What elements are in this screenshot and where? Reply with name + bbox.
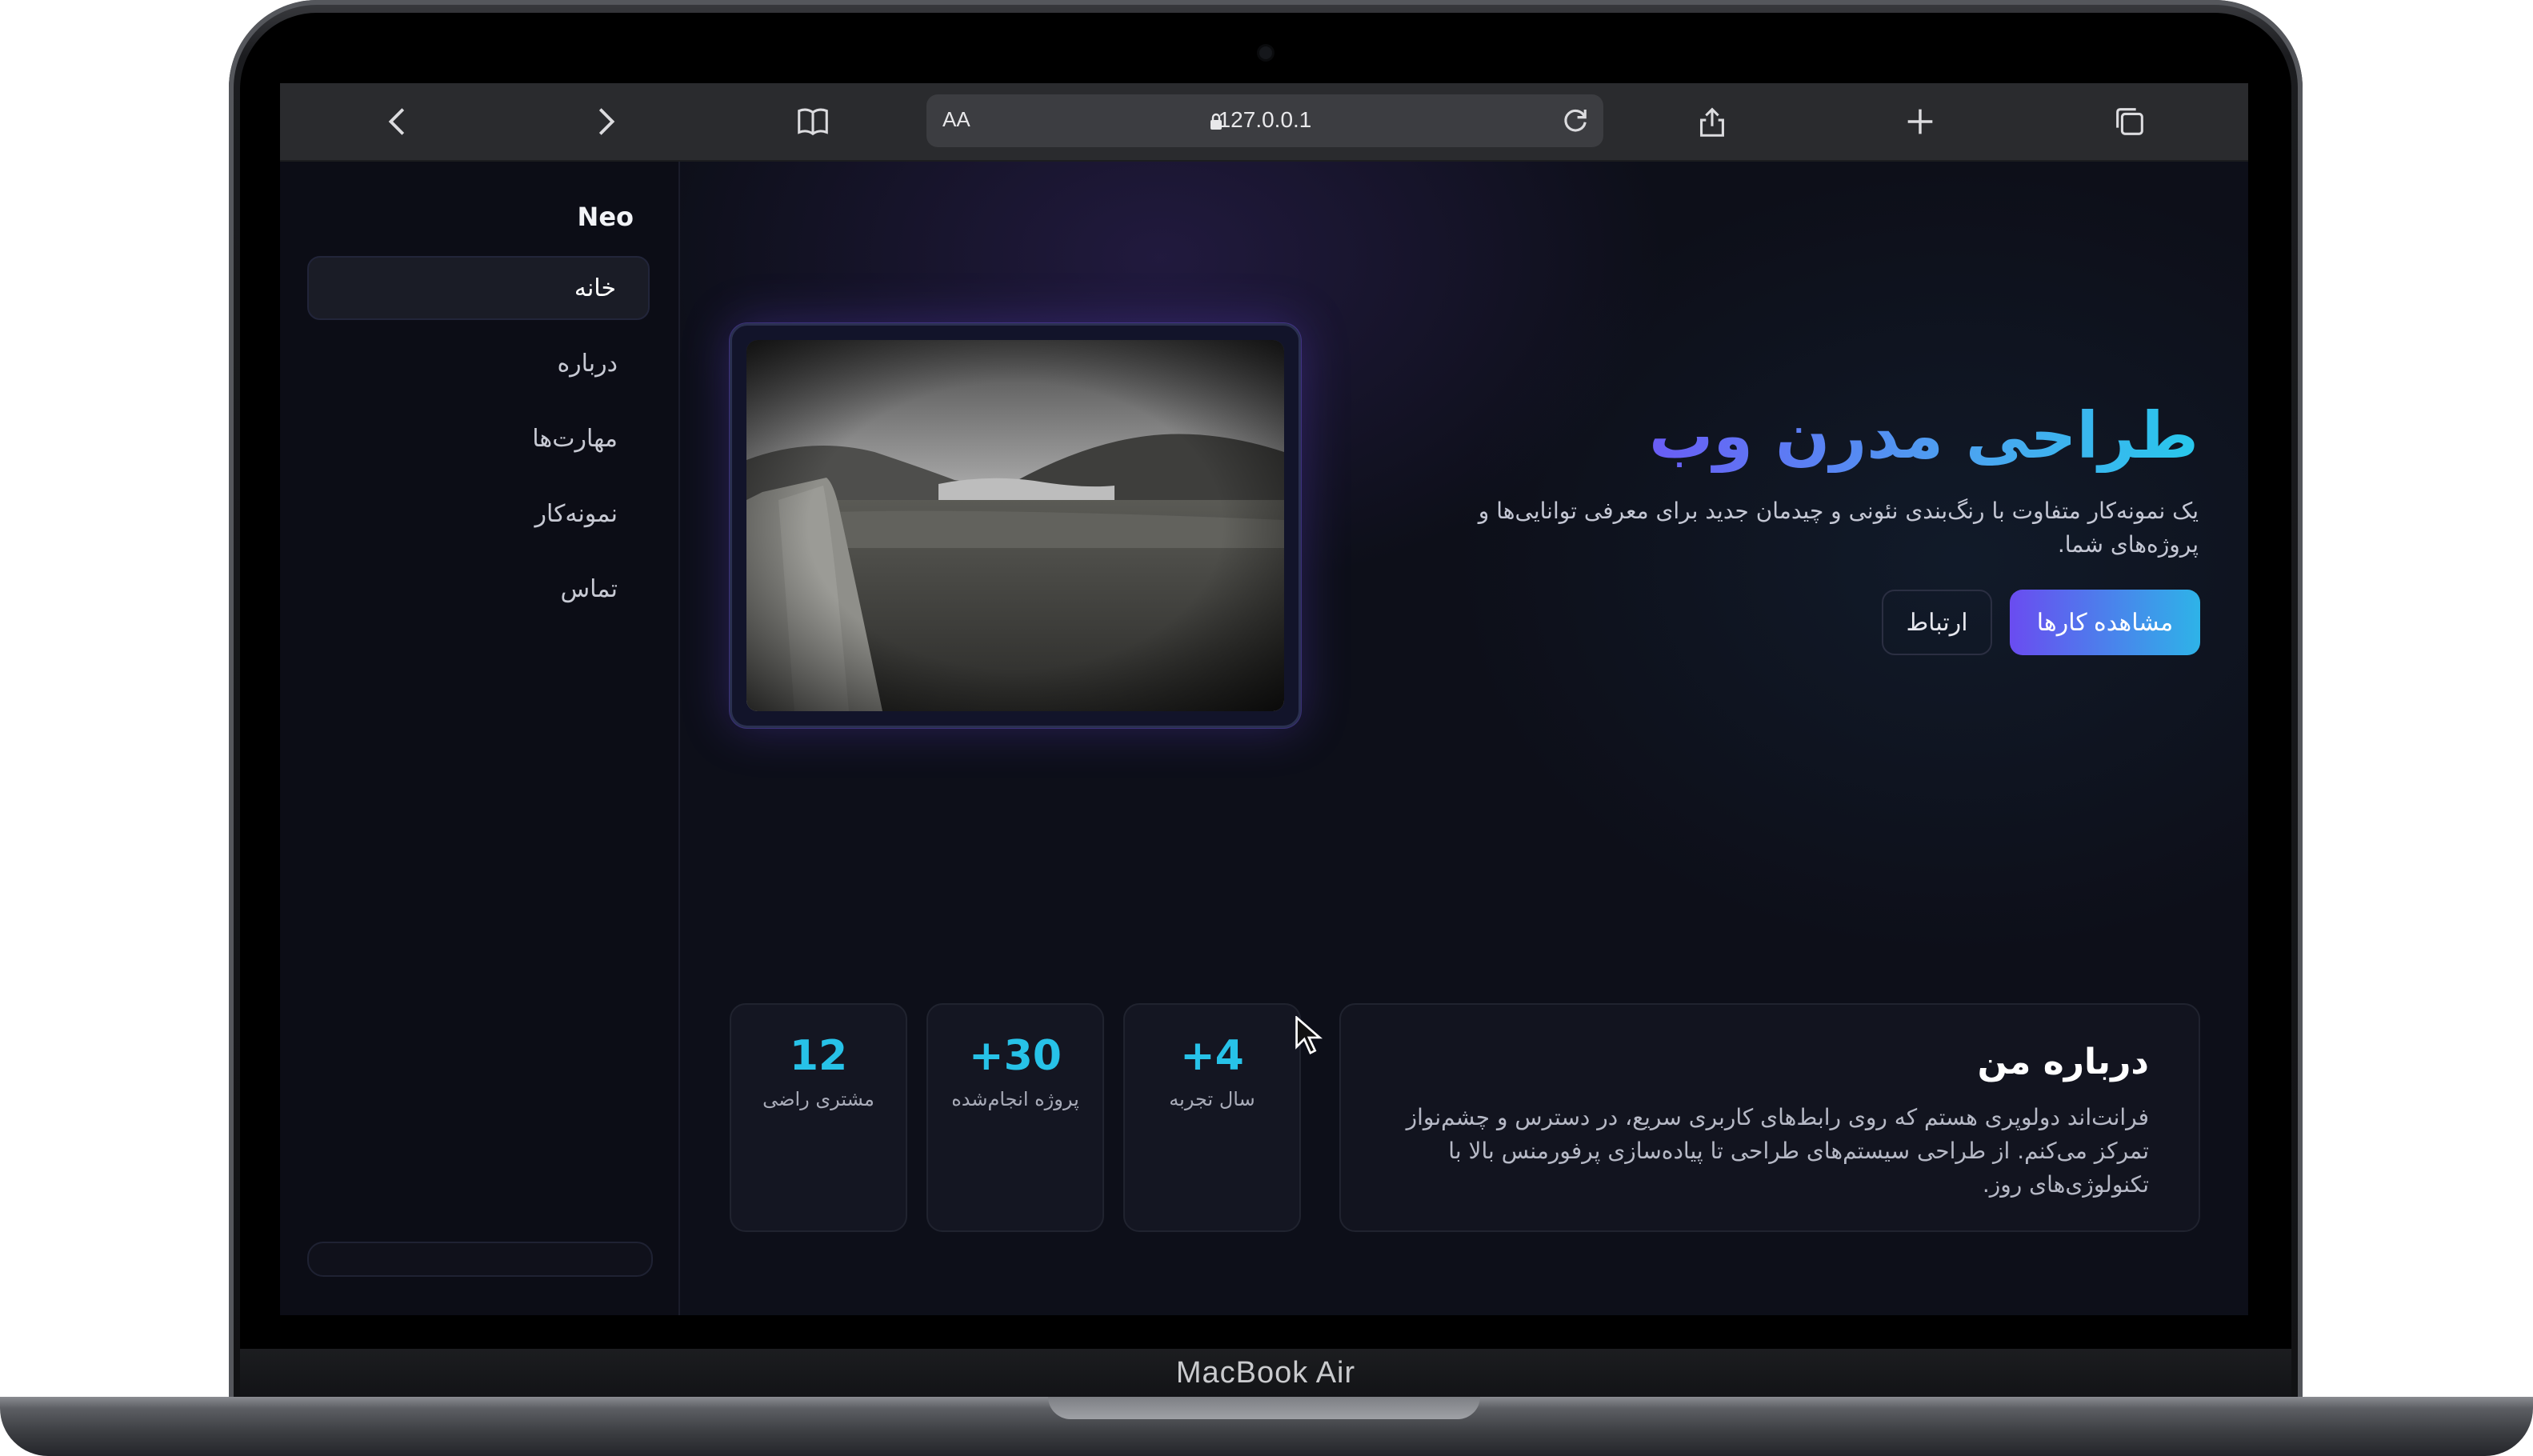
nav-item-skills[interactable]: مهارت‌ها [307,406,650,470]
stat-label: مشتری راضی [762,1088,874,1110]
stat-value: +4 [1180,1032,1244,1080]
plus-icon[interactable] [1899,101,1941,142]
web-page: Neo خانه درباره مهارت‌ها نمونه‌کار تماس [280,162,2248,1315]
stat-card-clients: 12 مشتری راضی [730,1003,907,1232]
stat-label: سال تجربه [1169,1088,1255,1110]
book-icon[interactable] [792,101,834,142]
about-text: فرانت‌اند دولوپری هستم که روی رابط‌های ک… [1406,1104,2149,1198]
mouse-cursor-icon [1295,1016,1323,1054]
about-card: درباره من فرانت‌اند دولوپری هستم که روی … [1339,1003,2200,1232]
nav-item-about[interactable]: درباره [307,331,650,395]
camera [1259,46,1272,59]
site-logo[interactable]: Neo [578,202,634,232]
contact-button[interactable]: ارتباط [1882,590,1992,655]
screen: AA 127.0.0.1 Neo خانه درباره مهارت‌ [280,83,2248,1315]
reload-icon[interactable] [1559,104,1592,138]
chevron-left-icon[interactable] [378,101,419,142]
hero-image-card [730,323,1301,728]
stat-label: پروژه انجام‌شده [951,1088,1079,1110]
nav-item-contact[interactable]: تماس [307,557,650,621]
stat-card-experience: +4 سال تجربه [1123,1003,1301,1232]
hero-landscape-image [746,340,1284,711]
tabs-icon[interactable] [2109,101,2151,142]
about-title: درباره من [1977,1042,2149,1082]
device-brand: MacBook Air [1175,1355,1356,1390]
stat-value: +30 [969,1032,1062,1080]
view-works-button[interactable]: مشاهده کارها [2010,590,2200,655]
stat-card-projects: +30 پروژه انجام‌شده [926,1003,1104,1232]
hero-title: طراحی مدرن وب [1648,398,2199,473]
chevron-right-icon[interactable] [584,101,626,142]
nav-item-home[interactable]: خانه [307,256,650,320]
laptop-hinge-notch [1048,1397,1480,1419]
nav-item-portfolio[interactable]: نمونه‌کار [307,482,650,546]
browser-toolbar: AA 127.0.0.1 [280,83,2248,162]
stat-value: 12 [789,1032,848,1080]
laptop-chin: MacBook Air [240,1349,2291,1397]
hero-description: یک نمونه‌کار متفاوت با رنگ‌بندی نئونی و … [1478,498,2199,558]
url-text: 127.0.0.1 [1218,107,1312,132]
sidebar: Neo خانه درباره مهارت‌ها نمونه‌کار تماس [280,162,680,1315]
sidebar-footer-control[interactable] [307,1242,653,1277]
address-bar[interactable]: AA 127.0.0.1 [926,94,1603,147]
share-icon[interactable] [1691,101,1733,142]
